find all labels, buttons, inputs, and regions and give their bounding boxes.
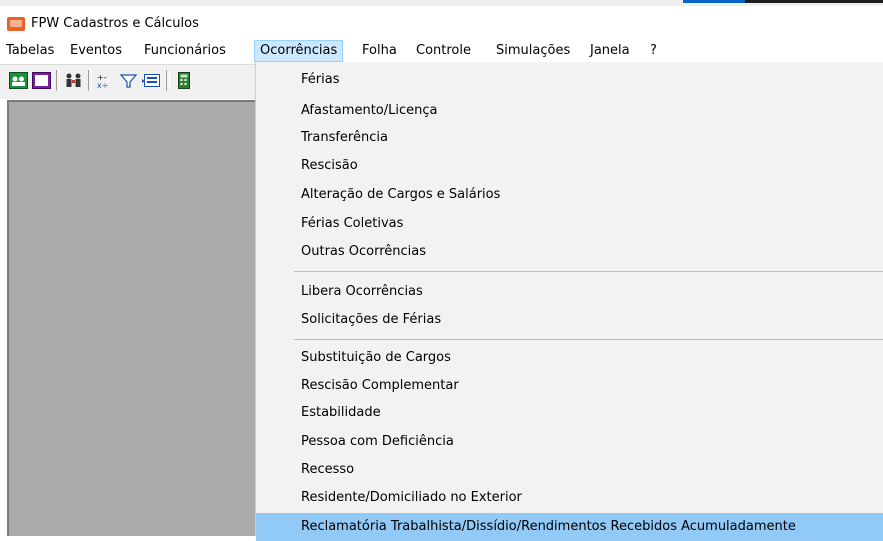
taskbar-dark-strip	[745, 0, 883, 3]
menu-item-rescisao-complementar[interactable]: Rescisão Complementar	[256, 372, 883, 400]
toolbar-separator	[166, 70, 170, 91]
menu-item-alteracao-cargos-salarios[interactable]: Alteração de Cargos e Salários	[256, 181, 883, 209]
window-top-edge	[0, 0, 883, 6]
calc-symbols-icon[interactable]: +- x÷	[95, 70, 116, 91]
menu-item-afastamento-licenca[interactable]: Afastamento/Licença	[256, 97, 883, 125]
svg-text:x÷: x÷	[97, 81, 108, 89]
menu-item-substituicao-cargos[interactable]: Substituição de Cargos	[256, 344, 883, 372]
menu-item-estabilidade[interactable]: Estabilidade	[256, 399, 883, 427]
menu-tabelas[interactable]: Tabelas	[6, 41, 54, 61]
employees-icon[interactable]	[63, 70, 84, 91]
menu-item-libera-ocorrencias[interactable]: Libera Ocorrências	[256, 278, 883, 306]
menu-controle[interactable]: Controle	[416, 41, 471, 61]
menu-separator	[294, 271, 883, 272]
menu-funcionarios[interactable]: Funcionários	[144, 41, 226, 61]
menu-simulacoes[interactable]: Simulações	[496, 41, 570, 61]
menu-separator	[294, 339, 883, 340]
taskbar-accent	[683, 0, 745, 3]
mdi-workspace	[7, 100, 255, 536]
calculator-icon[interactable]	[173, 70, 194, 91]
menu-item-outras-ocorrencias[interactable]: Outras Ocorrências	[256, 238, 883, 266]
window-icon[interactable]	[31, 70, 52, 91]
people-card-icon[interactable]	[8, 70, 29, 91]
menu-item-reclamatoria-trabalhista[interactable]: Reclamatória Trabalhista/Dissídio/Rendim…	[256, 513, 883, 541]
menu-item-ferias-coletivas[interactable]: Férias Coletivas	[256, 210, 883, 238]
app-icon[interactable]	[7, 17, 25, 31]
title-bar: FPW Cadastros e Cálculos	[0, 10, 883, 34]
menu-bar: Tabelas Eventos Funcionários Ocorrências…	[0, 38, 883, 62]
menu-item-solicitacoes-ferias[interactable]: Solicitações de Férias	[256, 306, 883, 334]
menu-item-residente-exterior[interactable]: Residente/Domiciliado no Exterior	[256, 484, 883, 512]
window-title: FPW Cadastros e Cálculos	[31, 16, 199, 31]
menu-item-transferencia[interactable]: Transferência	[256, 124, 883, 152]
filter-icon[interactable]	[118, 70, 139, 91]
menu-item-recesso[interactable]: Recesso	[256, 456, 883, 484]
menu-janela[interactable]: Janela	[590, 41, 630, 61]
ocorrencias-dropdown-menu: Férias Afastamento/Licença Transferência…	[255, 62, 883, 541]
menu-help[interactable]: ?	[650, 41, 657, 61]
menu-folha[interactable]: Folha	[362, 41, 397, 61]
menu-item-rescisao[interactable]: Rescisão	[256, 152, 883, 180]
menu-ocorrencias[interactable]: Ocorrências	[254, 40, 344, 62]
toolbar-separator	[88, 70, 92, 91]
form-icon[interactable]	[141, 70, 162, 91]
menu-item-pessoa-deficiencia[interactable]: Pessoa com Deficiência	[256, 428, 883, 456]
menu-eventos[interactable]: Eventos	[70, 41, 122, 61]
toolbar-separator	[56, 70, 60, 91]
menu-item-ferias[interactable]: Férias	[256, 66, 883, 94]
